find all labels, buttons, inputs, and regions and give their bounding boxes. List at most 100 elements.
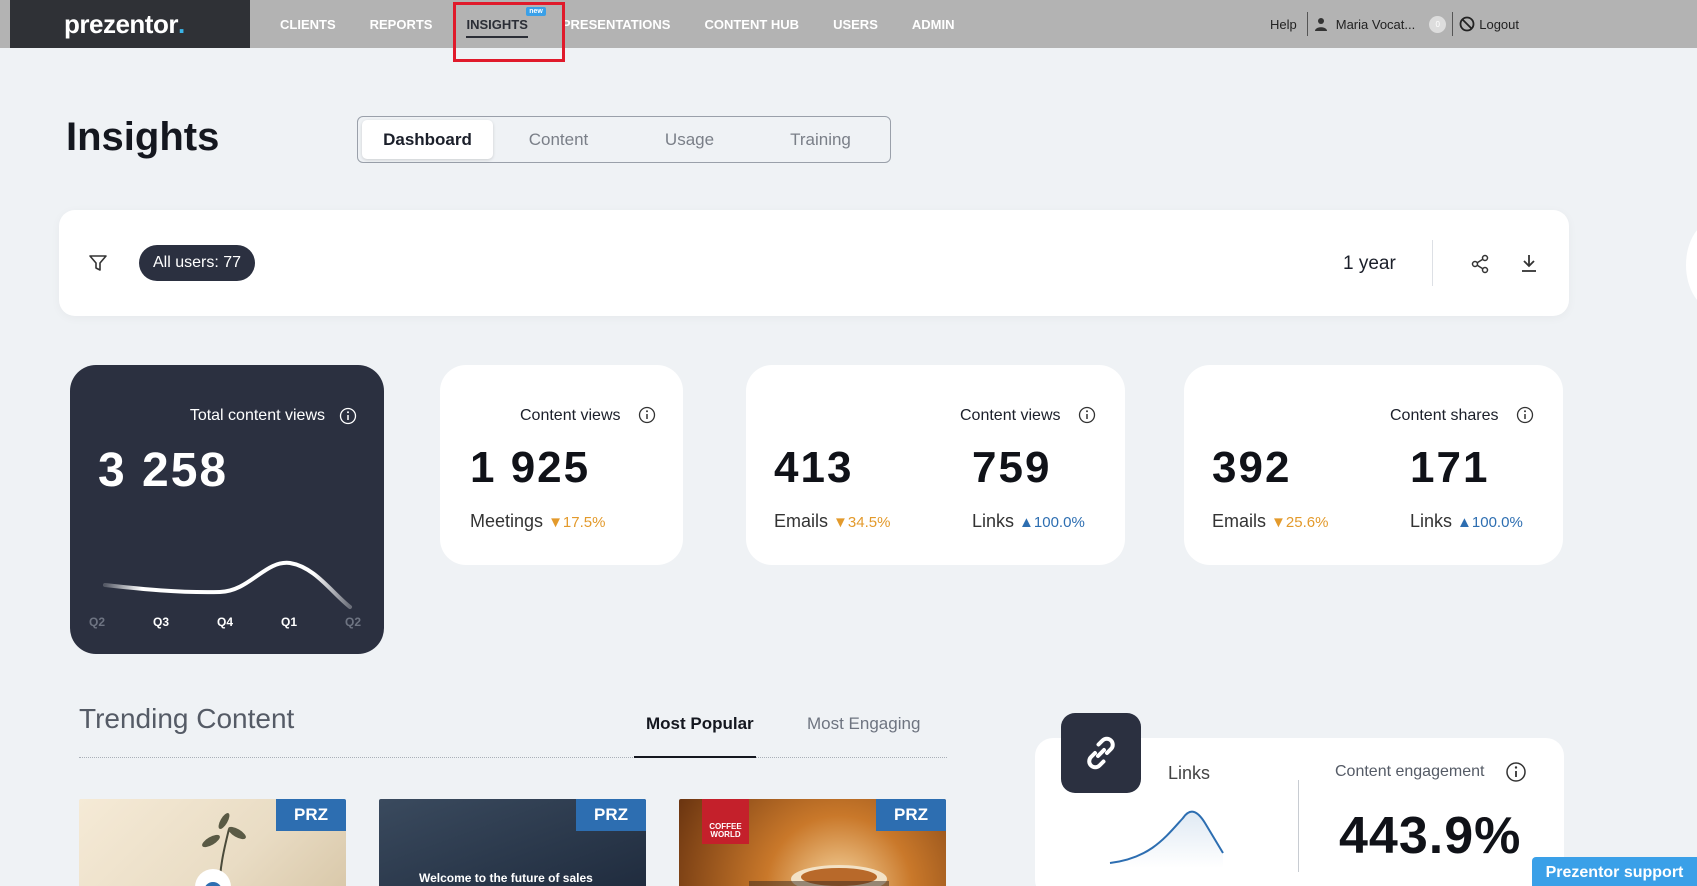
links-change: Links ▲100.0% xyxy=(972,511,1085,532)
links-shares-value: 171 xyxy=(1410,443,1490,492)
prz-badge: PRZ xyxy=(576,799,646,831)
card-label: Content views xyxy=(520,407,621,424)
tab-usage[interactable]: Usage xyxy=(624,120,755,159)
nav-clients[interactable]: CLIENTS xyxy=(280,17,336,32)
emails-views-value: 413 xyxy=(774,443,854,492)
main-nav: CLIENTS REPORTS INSIGHTS new PRESENTATIO… xyxy=(280,0,988,48)
tab-dashboard[interactable]: Dashboard xyxy=(362,120,493,159)
prezentor-logo[interactable]: prezentor. xyxy=(10,0,250,48)
prz-badge: PRZ xyxy=(276,799,346,831)
trending-divider xyxy=(79,757,947,758)
emails-shares-change-value: 25.6% xyxy=(1285,514,1329,531)
nav-content-hub[interactable]: CONTENT HUB xyxy=(704,17,799,32)
links-views-value: 759 xyxy=(972,443,1052,492)
insights-tabs: Dashboard Content Usage Training xyxy=(357,116,891,163)
quarter-label: Q4 xyxy=(216,615,234,629)
filter-divider xyxy=(1432,240,1433,286)
nav-admin[interactable]: ADMIN xyxy=(912,17,955,32)
total-content-views-card: Total content views 3 258 Q2 Q3 Q4 Q1 Q2 xyxy=(70,365,384,654)
quarter-label: Q2 xyxy=(88,615,106,629)
engagement-sparkline xyxy=(1109,810,1224,868)
content-views-meetings-card: Content views 1 925 Meetings ▼17.5% xyxy=(440,365,683,565)
content-thumbnail[interactable]: COFFEE WORLD PRZ xyxy=(679,799,946,886)
logo-dot: . xyxy=(177,8,185,39)
links-shares-change: Links ▲100.0% xyxy=(1410,511,1523,532)
quarter-labels: Q2 Q3 Q4 Q1 Q2 xyxy=(70,615,384,631)
card-label: Content shares xyxy=(1390,407,1499,424)
quarter-label: Q1 xyxy=(280,615,298,629)
download-icon[interactable] xyxy=(1518,252,1540,274)
all-users-pill[interactable]: All users: 77 xyxy=(139,245,256,281)
logo-text: prezentor xyxy=(64,8,178,39)
total-views-sparkline xyxy=(103,560,352,609)
info-icon[interactable] xyxy=(1516,406,1534,424)
meetings-label: Meetings xyxy=(470,511,544,531)
notification-count[interactable]: 0 xyxy=(1429,15,1447,33)
nav-users[interactable]: USERS xyxy=(833,17,878,32)
trending-title: Trending Content xyxy=(79,703,295,734)
content-shares-card: Content shares 392 171 Emails ▼25.6% Lin… xyxy=(1184,365,1563,565)
filter-icon[interactable] xyxy=(87,252,109,274)
links-label: Links xyxy=(1410,511,1453,531)
engagement-value: 443.9% xyxy=(1339,807,1522,865)
tab-training[interactable]: Training xyxy=(755,120,886,159)
logout-link[interactable]: Logout xyxy=(1479,17,1519,32)
up-arrow-icon: ▲ xyxy=(1019,514,1034,531)
emails-label: Emails xyxy=(1212,511,1267,531)
emails-change: Emails ▼34.5% xyxy=(774,511,890,532)
total-views-value: 3 258 xyxy=(98,444,229,497)
links-change-value: 100.0% xyxy=(1033,514,1085,531)
insights-highlight-box xyxy=(453,2,565,62)
nav-divider xyxy=(1452,12,1454,36)
help-link[interactable]: Help xyxy=(1270,17,1297,32)
link-icon xyxy=(1087,736,1115,770)
meetings-views-value: 1 925 xyxy=(470,443,591,492)
top-nav-bar: prezentor. CLIENTS REPORTS INSIGHTS new … xyxy=(0,0,1697,48)
down-arrow-icon: ▼ xyxy=(1271,514,1286,531)
info-icon[interactable] xyxy=(638,406,656,424)
logout-icon xyxy=(1459,16,1475,32)
info-icon[interactable] xyxy=(339,407,357,425)
support-button[interactable]: Prezentor support xyxy=(1532,857,1697,886)
down-arrow-icon: ▼ xyxy=(548,514,563,531)
content-thumbnail[interactable]: PRZ xyxy=(79,799,346,886)
down-arrow-icon: ▼ xyxy=(833,514,848,531)
up-arrow-icon: ▲ xyxy=(1457,514,1472,531)
emails-shares-value: 392 xyxy=(1212,443,1292,492)
active-tab-underline xyxy=(634,756,756,758)
links-shares-change-value: 100.0% xyxy=(1471,514,1523,531)
engagement-divider xyxy=(1298,780,1299,872)
emails-shares-change: Emails ▼25.6% xyxy=(1212,511,1328,532)
user-name[interactable]: Maria Vocat... xyxy=(1336,17,1415,32)
page-title: Insights xyxy=(66,115,220,159)
engagement-links-label: Links xyxy=(1168,763,1211,783)
meetings-change: Meetings ▼17.5% xyxy=(470,511,605,532)
nav-presentations[interactable]: PRESENTATIONS xyxy=(562,17,671,32)
engagement-label: Content engagement xyxy=(1335,763,1485,780)
tab-most-popular[interactable]: Most Popular xyxy=(646,714,754,734)
info-icon[interactable] xyxy=(1078,406,1096,424)
filter-bar: All users: 77 1 year xyxy=(59,210,1569,316)
nav-right: Help Maria Vocat... 0 Logout xyxy=(1270,0,1519,48)
card-label: Content views xyxy=(960,407,1061,424)
nav-reports[interactable]: REPORTS xyxy=(370,17,433,32)
content-views-emails-links-card: Content views 413 759 Emails ▼34.5% Link… xyxy=(746,365,1125,565)
total-views-label: Total content views xyxy=(189,407,325,424)
emails-label: Emails xyxy=(774,511,829,531)
content-thumbnail[interactable]: Welcome to the future of sales PRZ xyxy=(379,799,646,886)
side-panel-handle[interactable] xyxy=(1686,220,1697,310)
emails-change-value: 34.5% xyxy=(847,514,891,531)
prz-badge: PRZ xyxy=(876,799,946,831)
period-selector[interactable]: 1 year xyxy=(1343,253,1396,275)
thumbnail-caption: Welcome to the future of sales xyxy=(419,871,593,885)
quarter-label: Q2 xyxy=(344,615,362,629)
links-label: Links xyxy=(972,511,1015,531)
link-tile xyxy=(1061,713,1141,793)
info-icon[interactable] xyxy=(1505,761,1527,783)
tab-content[interactable]: Content xyxy=(493,120,624,159)
nav-divider xyxy=(1306,12,1308,36)
share-icon[interactable] xyxy=(1469,253,1491,275)
user-icon xyxy=(1314,18,1327,31)
meetings-change-value: 17.5% xyxy=(562,514,606,531)
tab-most-engaging[interactable]: Most Engaging xyxy=(807,714,920,734)
